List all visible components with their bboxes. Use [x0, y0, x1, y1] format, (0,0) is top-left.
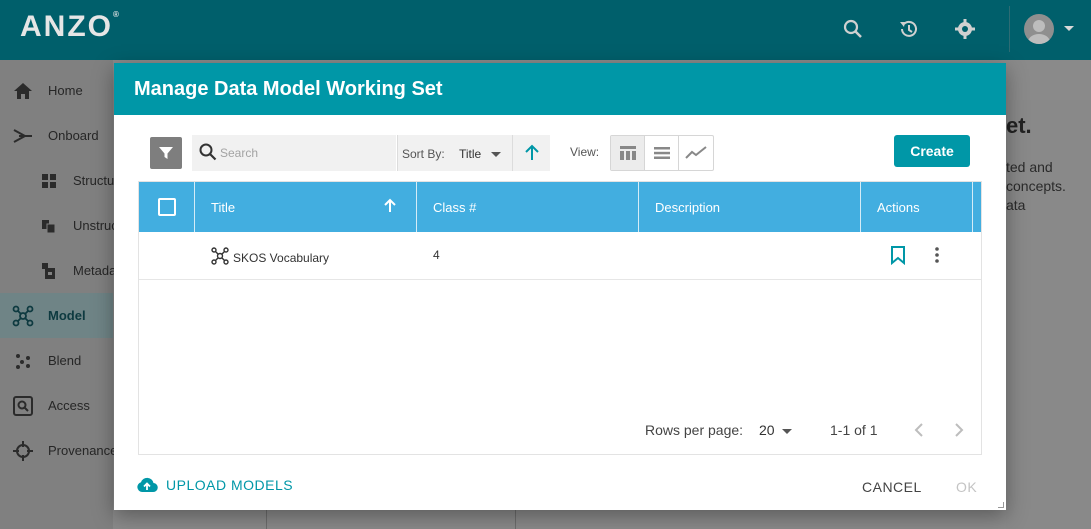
- chart-icon: [685, 146, 707, 159]
- sort-by-select[interactable]: Sort By: Title: [397, 135, 512, 171]
- logo-text: ANZO: [20, 10, 113, 43]
- create-button[interactable]: Create: [894, 135, 970, 167]
- sidebar-item-structured[interactable]: Structu: [0, 158, 115, 203]
- cloud-upload-icon: [137, 477, 158, 493]
- view-toggle: [610, 135, 714, 171]
- sidebar-item-provenance[interactable]: Provenance: [0, 428, 117, 473]
- view-label: View:: [570, 145, 600, 159]
- rows-per-page-label: Rows per page:: [645, 422, 744, 438]
- select-all-cell: [139, 182, 195, 232]
- chevron-left-icon[interactable]: [913, 422, 925, 443]
- chevron-down-icon[interactable]: [782, 429, 792, 434]
- table-header: Title Class # Description Actions: [139, 182, 981, 232]
- logo[interactable]: ANZO®: [20, 10, 121, 44]
- upload-models-label: UPLOAD MODELS: [166, 477, 294, 493]
- sort-direction-button[interactable]: [512, 135, 550, 171]
- sidebar-item-model[interactable]: Model: [0, 293, 113, 338]
- sort-by-label: Sort By:: [402, 147, 445, 161]
- table-icon: [619, 146, 636, 160]
- sidebar-item-label: Unstruc: [73, 218, 118, 233]
- sidebar-item-label: Provenance: [48, 443, 118, 458]
- list-view-button[interactable]: [645, 136, 679, 170]
- more-vert-icon[interactable]: [929, 245, 945, 265]
- sidebar: Home Onboard Structu Unstruc Metada Mode…: [0, 60, 118, 529]
- column-header-title[interactable]: Title: [195, 182, 417, 232]
- background-divider: [266, 510, 267, 529]
- row-title-cell: SKOS Vocabulary: [211, 247, 329, 268]
- grid-icon: [38, 170, 60, 192]
- history-icon[interactable]: [894, 14, 924, 44]
- column-label: Actions: [877, 199, 920, 215]
- arrow-up-icon: [524, 144, 539, 160]
- list-icon: [653, 147, 670, 159]
- sidebar-item-label: Metada: [73, 263, 117, 278]
- table-view-button[interactable]: [611, 136, 645, 170]
- sidebar-item-onboard[interactable]: Onboard: [0, 113, 113, 158]
- row-class-count: 4: [433, 248, 440, 262]
- column-label: Class #: [433, 199, 477, 215]
- search-input[interactable]: [220, 143, 390, 163]
- bookmark-icon[interactable]: [889, 245, 907, 266]
- chevron-right-icon[interactable]: [953, 422, 965, 443]
- blend-icon: [12, 350, 34, 372]
- filter-button[interactable]: [150, 137, 182, 169]
- filter-icon: [159, 147, 173, 159]
- column-header-class-count[interactable]: Class #: [417, 182, 639, 232]
- dialog-header: Manage Data Model Working Set: [114, 63, 1006, 115]
- search-icon[interactable]: [838, 14, 868, 44]
- dialog-title: Manage Data Model Working Set: [134, 78, 443, 100]
- home-icon: [12, 80, 34, 102]
- background-text: ata: [1006, 197, 1026, 213]
- column-label: Description: [655, 199, 721, 215]
- models-table: Title Class # Description Actions SKOS V…: [138, 181, 982, 455]
- arrow-up-icon: [382, 198, 398, 217]
- header-divider: [1009, 6, 1010, 52]
- chevron-down-icon: [491, 152, 501, 157]
- sidebar-item-label: Model: [48, 308, 86, 323]
- avatar[interactable]: [1024, 14, 1054, 44]
- logo-mark: ®: [113, 10, 121, 19]
- upload-models-button[interactable]: UPLOAD MODELS: [136, 477, 293, 493]
- crosshair-icon: [12, 440, 34, 462]
- sidebar-item-label: Onboard: [48, 128, 99, 143]
- search-icon: [199, 143, 217, 166]
- row-title[interactable]: SKOS Vocabulary: [233, 251, 329, 265]
- sidebar-item-blend[interactable]: Blend: [0, 338, 113, 383]
- table-row[interactable]: SKOS Vocabulary 4: [139, 232, 981, 280]
- sidebar-item-label: Access: [48, 398, 90, 413]
- column-label: Title: [211, 199, 236, 215]
- resize-handle[interactable]: [998, 502, 1004, 508]
- column-header-actions: Actions: [861, 182, 973, 232]
- sidebar-item-label: Structu: [73, 173, 115, 188]
- sidebar-item-label: Blend: [48, 353, 82, 368]
- column-header-description[interactable]: Description: [639, 182, 861, 232]
- access-icon: [12, 395, 34, 417]
- pagination-range: 1-1 of 1: [830, 422, 878, 438]
- sidebar-item-unstructured[interactable]: Unstruc: [0, 203, 118, 248]
- select-all-checkbox[interactable]: [157, 198, 176, 216]
- graph-icon: [12, 305, 34, 327]
- onboard-icon: [12, 125, 34, 147]
- sidebar-item-metadata[interactable]: Metada: [0, 248, 117, 293]
- metadata-icon: [38, 260, 60, 282]
- sidebar-item-access[interactable]: Access: [0, 383, 113, 428]
- sort-by-value: Title: [459, 147, 482, 161]
- sidebar-item-label: Home: [48, 83, 83, 98]
- cancel-button[interactable]: CANCEL: [862, 479, 922, 495]
- manage-model-dialog: Manage Data Model Working Set Sort By: T…: [114, 63, 1006, 510]
- search-field[interactable]: [192, 135, 396, 171]
- sidebar-item-home[interactable]: Home: [0, 68, 113, 113]
- background-text: concepts.: [1006, 178, 1066, 194]
- rows-per-page-select[interactable]: 20: [759, 422, 775, 438]
- documents-icon: [38, 215, 60, 237]
- gear-icon[interactable]: [950, 14, 980, 44]
- background-divider: [515, 510, 516, 529]
- chart-view-button[interactable]: [679, 136, 713, 170]
- app-header: ANZO®: [0, 0, 1091, 60]
- background-text: ted and: [1006, 159, 1053, 175]
- background-heading: et.: [1006, 113, 1032, 138]
- ok-button[interactable]: OK: [956, 479, 977, 495]
- chevron-down-icon[interactable]: [1064, 26, 1074, 31]
- graph-icon: [211, 247, 229, 268]
